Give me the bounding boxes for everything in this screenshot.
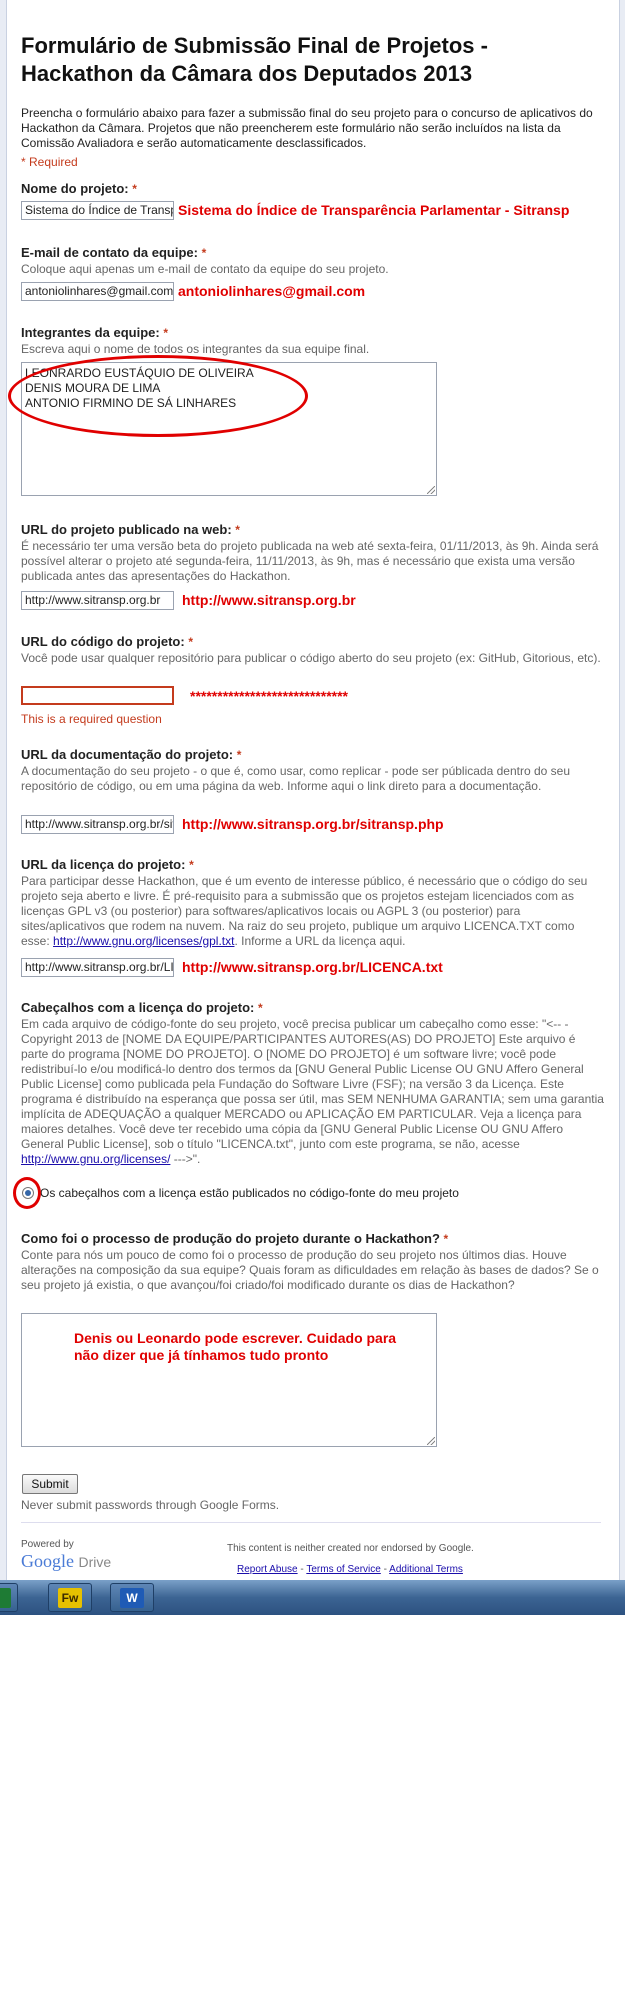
additional-terms-link[interactable]: Additional Terms [389, 1564, 463, 1575]
form-title: Formulário de Submissão Final de Projeto… [21, 33, 488, 86]
email-input[interactable]: antoniolinhares@gmail.com [21, 282, 174, 301]
annotation-circle-radio [13, 1177, 41, 1209]
question-title-url-licenca: URL da licença do projeto: * [21, 857, 194, 872]
password-warning: Never submit passwords through Google Fo… [21, 1498, 280, 1512]
question-title-cabecalhos: Cabeçalhos com a licença do projeto: * [21, 1000, 263, 1015]
question-title-url-web: URL do projeto publicado na web: * [21, 522, 240, 537]
taskbar-fireworks-button[interactable]: Fw [48, 1583, 92, 1612]
gpl-link[interactable]: http://www.gnu.org/licenses/gpl.txt [53, 934, 234, 948]
footer-links: Report Abuse - Terms of Service - Additi… [237, 1564, 463, 1575]
question-title-processo: Como foi o processo de produção do proje… [21, 1231, 449, 1246]
annotation-url-code: ***************************** [190, 688, 348, 704]
question-title-email: E-mail de contato da equipe: * [21, 245, 207, 260]
required-star: * [132, 182, 137, 196]
question-title-nome: Nome do projeto: * [21, 181, 137, 196]
question-title-integrantes: Integrantes da equipe: * [21, 325, 168, 340]
fireworks-icon: Fw [58, 1588, 82, 1608]
question-help-email: Coloque aqui apenas um e-mail de contato… [21, 262, 389, 276]
footer-disclaimer: This content is neither created nor endo… [227, 1543, 474, 1554]
taskbar-word-button[interactable]: W [110, 1583, 154, 1612]
annotation-email: antoniolinhares@gmail.com [178, 283, 366, 299]
powered-by-label: Powered by [21, 1539, 74, 1550]
required-star: * [235, 523, 240, 537]
question-title-url-codigo: URL do código do projeto: * [21, 634, 193, 649]
annotation-project-name: Sistema do Índice de Transparência Parla… [178, 202, 570, 218]
question-help-cabecalhos: Em cada arquivo de código-fonte do seu p… [21, 1017, 604, 1166]
required-star: * [201, 246, 207, 260]
resize-grip-icon[interactable] [427, 1437, 435, 1445]
url-doc-input[interactable]: http://www.sitransp.org.br/sitransp.php [21, 815, 174, 834]
taskbar: Fw W [0, 1580, 625, 1615]
license-header-option-label[interactable]: Os cabeçalhos com a licença estão public… [40, 1186, 459, 1201]
required-star: * [189, 858, 194, 872]
url-code-input[interactable] [21, 686, 174, 705]
required-star: * [236, 748, 242, 762]
question-help-integrantes: Escreva aqui o nome de todos os integran… [21, 342, 370, 356]
required-note: * Required [21, 155, 78, 169]
submit-button[interactable]: Submit [22, 1474, 78, 1494]
question-help-processo: Conte para nós um pouco de como foi o pr… [21, 1248, 599, 1292]
question-help-url-web: É necessário ter uma versão beta do proj… [21, 539, 599, 583]
url-license-input[interactable]: http://www.sitransp.org.br/LICENCA.txt [21, 958, 174, 977]
report-abuse-link[interactable]: Report Abuse [237, 1564, 298, 1575]
question-help-url-codigo: Você pode usar qualquer repositório para… [21, 651, 601, 665]
annotation-url-web: http://www.sitransp.org.br [182, 592, 356, 608]
question-help-url-licenca: Para participar desse Hackathon, que é u… [21, 874, 588, 948]
error-message: This is a required question [21, 712, 162, 726]
word-icon: W [120, 1588, 144, 1608]
licenses-link[interactable]: http://www.gnu.org/licenses/ [21, 1152, 170, 1166]
excel-icon [0, 1588, 11, 1608]
screenshot: Formulário de Submissão Final de Projeto… [0, 0, 625, 1615]
required-star: * [257, 1001, 263, 1015]
annotation-circle-team [8, 355, 308, 437]
url-web-input[interactable]: http://www.sitransp.org.br [21, 591, 174, 610]
question-help-url-doc: A documentação do seu projeto - o que é,… [21, 764, 570, 793]
required-star: * [443, 1232, 449, 1246]
required-star: * [163, 326, 168, 340]
project-name-input[interactable]: Sistema do Índice de Transparência Parla… [21, 201, 174, 220]
terms-link[interactable]: Terms of Service [306, 1564, 380, 1575]
footer-divider [21, 1522, 601, 1523]
form-description: Preencha o formulário abaixo para fazer … [21, 106, 593, 150]
taskbar-excel-button[interactable] [0, 1583, 18, 1612]
google-drive-logo[interactable]: Google Drive [21, 1551, 111, 1572]
annotation-url-license: http://www.sitransp.org.br/LICENCA.txt [182, 959, 443, 975]
required-star: * [188, 635, 193, 649]
annotation-process: Denis ou Leonardo pode escrever. Cuidado… [74, 1330, 397, 1363]
question-title-url-doc: URL da documentação do projeto: * [21, 747, 242, 762]
annotation-url-doc: http://www.sitransp.org.br/sitransp.php [182, 816, 444, 832]
resize-grip-icon[interactable] [427, 486, 435, 494]
